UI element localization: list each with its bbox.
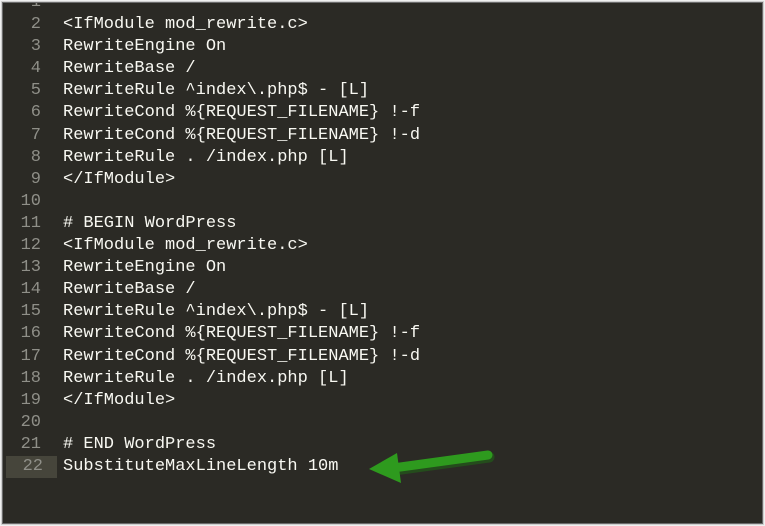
line-code[interactable]: RewriteBase / (63, 58, 196, 80)
code-line[interactable]: 8 RewriteRule . /index.php [L] (3, 147, 762, 169)
line-number: 15 (20, 302, 41, 322)
line-number: 19 (20, 390, 41, 410)
line-number: 21 (20, 434, 41, 454)
line-code[interactable]: RewriteEngine On (63, 36, 226, 58)
line-number: 18 (20, 368, 41, 388)
code-line[interactable]: 17 RewriteCond %{REQUEST_FILENAME} !-d (3, 346, 762, 368)
code-line[interactable]: 10 (3, 191, 762, 213)
green-arrow-icon (369, 450, 495, 483)
line-number: 7 (30, 125, 41, 145)
line-number: 13 (20, 258, 41, 278)
code-line[interactable]: 19 </IfModule> (3, 390, 762, 412)
code-line[interactable]: 14 RewriteBase / (3, 279, 762, 301)
line-number: 1 (30, 2, 41, 12)
line-number: 4 (30, 59, 41, 79)
line-code[interactable]: RewriteRule . /index.php [L] (63, 147, 349, 169)
line-code[interactable]: <IfModule mod_rewrite.c> (63, 14, 308, 36)
line-code[interactable]: RewriteEngine On (63, 257, 226, 279)
line-code[interactable]: RewriteCond %{REQUEST_FILENAME} !-d (63, 346, 420, 368)
line-code[interactable]: SubstituteMaxLineLength 10m (63, 456, 338, 478)
line-code[interactable]: RewriteRule . /index.php [L] (63, 368, 349, 390)
code-line[interactable]: 4 RewriteBase / (3, 58, 762, 80)
line-number: 3 (30, 37, 41, 57)
code-line[interactable]: 11 # BEGIN WordPress (3, 213, 762, 235)
line-code[interactable]: # BEGIN WordPress (63, 213, 236, 235)
line-number: 11 (20, 213, 41, 233)
code-line[interactable]: 1 (3, 2, 762, 14)
code-line[interactable]: 12 <IfModule mod_rewrite.c> (3, 235, 762, 257)
line-number: 16 (20, 324, 41, 344)
line-code[interactable]: RewriteRule ^index\.php$ - [L] (63, 80, 369, 102)
line-code[interactable]: RewriteRule ^index\.php$ - [L] (63, 301, 369, 323)
line-number: 22 (6, 455, 57, 478)
code-line[interactable]: 20 (3, 412, 762, 434)
line-number: 6 (30, 103, 41, 123)
line-number: 20 (20, 412, 41, 432)
line-code[interactable]: RewriteBase / (63, 279, 196, 301)
line-number: 12 (20, 236, 41, 256)
code-line[interactable]: 5 RewriteRule ^index\.php$ - [L] (3, 80, 762, 102)
code-line[interactable]: 18 RewriteRule . /index.php [L] (3, 368, 762, 390)
code-line[interactable]: 3 RewriteEngine On (3, 36, 762, 58)
line-code[interactable]: # END WordPress (63, 434, 216, 456)
line-code[interactable]: </IfModule> (63, 390, 175, 412)
code-line[interactable]: 6 RewriteCond %{REQUEST_FILENAME} !-f (3, 102, 762, 124)
line-number: 9 (30, 169, 41, 189)
line-number: 10 (20, 191, 41, 211)
line-code[interactable]: RewriteCond %{REQUEST_FILENAME} !-f (63, 323, 420, 345)
code-line[interactable]: 7 RewriteCond %{REQUEST_FILENAME} !-d (3, 125, 762, 147)
editor-lines[interactable]: 1 2 <IfModule mod_rewrite.c> 3 RewriteEngine… (3, 2, 762, 478)
code-line[interactable]: 13 RewriteEngine On (3, 257, 762, 279)
line-code[interactable]: RewriteCond %{REQUEST_FILENAME} !-f (63, 102, 420, 124)
code-line[interactable]: 9 </IfModule> (3, 169, 762, 191)
line-code[interactable]: </IfModule> (63, 169, 175, 191)
line-number: 5 (30, 81, 41, 101)
line-number: 14 (20, 280, 41, 300)
line-number: 2 (30, 15, 41, 35)
line-number: 8 (30, 147, 41, 167)
code-editor[interactable]: 1 2 <IfModule mod_rewrite.c> 3 RewriteEngine… (2, 2, 763, 524)
code-line[interactable]: 2 <IfModule mod_rewrite.c> (3, 14, 762, 36)
line-code[interactable]: RewriteCond %{REQUEST_FILENAME} !-d (63, 125, 420, 147)
code-line[interactable]: 15 RewriteRule ^index\.php$ - [L] (3, 301, 762, 323)
line-code[interactable]: <IfModule mod_rewrite.c> (63, 235, 308, 257)
line-number: 17 (20, 346, 41, 366)
code-line[interactable]: 16 RewriteCond %{REQUEST_FILENAME} !-f (3, 323, 762, 345)
